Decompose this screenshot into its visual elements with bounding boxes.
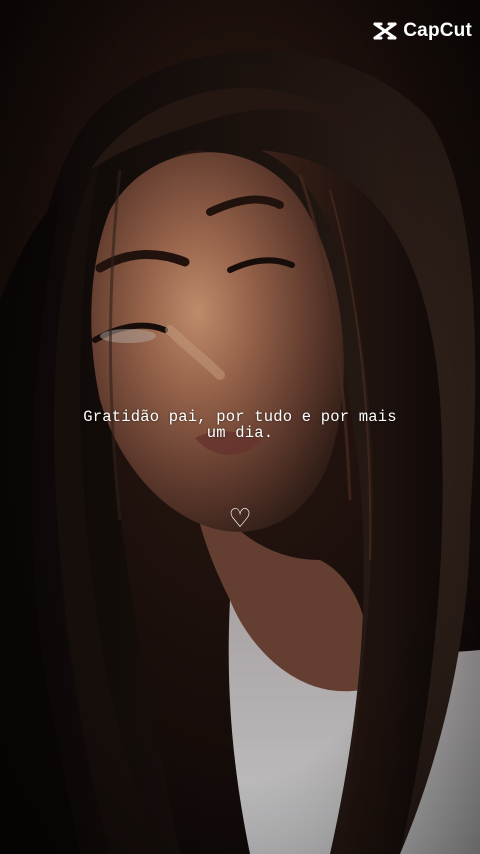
capcut-logo-icon xyxy=(373,22,397,40)
caption-line-1: Gratidão pai, por tudo e por mais xyxy=(83,408,397,426)
heart-icon: ♡ xyxy=(228,504,252,534)
capcut-watermark: CapCut xyxy=(373,20,472,42)
story-caption: Gratidão pai, por tudo e por mais um dia… xyxy=(40,409,440,441)
story-frame: CapCut Gratidão pai, por tudo e por mais… xyxy=(0,0,480,854)
capcut-brand-text: CapCut xyxy=(403,20,472,41)
caption-line-2: um dia. xyxy=(206,424,274,442)
